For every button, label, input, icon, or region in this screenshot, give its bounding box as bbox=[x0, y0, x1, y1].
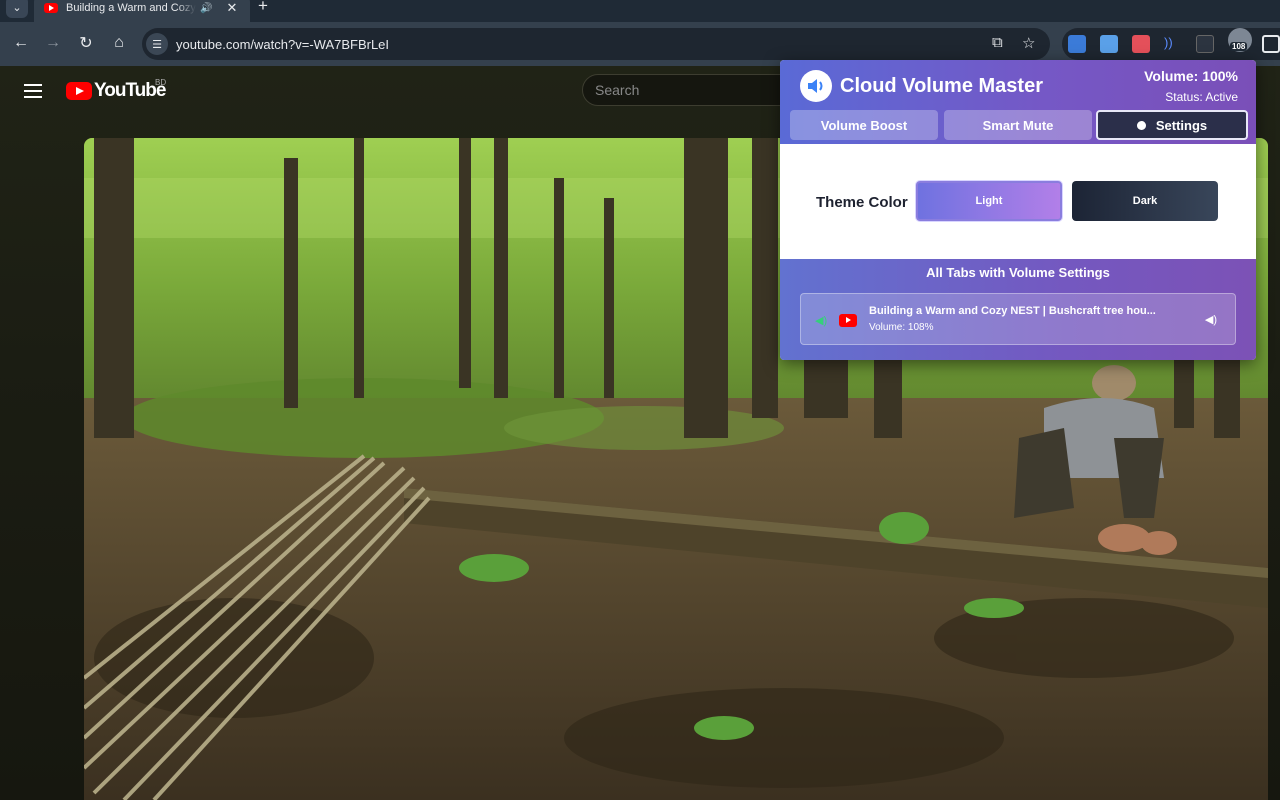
extensions-puzzle-icon[interactable] bbox=[1262, 35, 1280, 53]
tab-volume-boost[interactable]: Volume Boost bbox=[790, 110, 938, 140]
tab-smart-mute[interactable]: Smart Mute bbox=[944, 110, 1092, 140]
translate-extension-icon[interactable] bbox=[1068, 35, 1086, 53]
tab-strip: ⌄ Building a Warm and Cozy NEST | Bushcr… bbox=[0, 0, 1280, 22]
hamburger-menu-icon[interactable] bbox=[24, 84, 42, 98]
youtube-favicon-icon bbox=[839, 314, 857, 327]
cast-icon[interactable]: ⧉ bbox=[992, 34, 1003, 51]
theme-light-button[interactable]: Light bbox=[916, 181, 1062, 221]
tab-title: Building a Warm and Cozy NEST | Bushcraf… bbox=[66, 2, 196, 14]
tab-item-title: Building a Warm and Cozy NEST | Bushcraf… bbox=[869, 305, 1156, 317]
new-tab-button[interactable]: + bbox=[258, 0, 268, 16]
address-bar[interactable]: ☰ youtube.com/watch?v=-WA7BFBrLeI ⧉ ☆ bbox=[142, 28, 1050, 60]
tab-search-button[interactable]: ⌄ bbox=[6, 0, 28, 18]
cloud-volume-master-popup: Cloud Volume Master Volume: 100% Status:… bbox=[780, 60, 1256, 360]
forward-button[interactable]: → bbox=[42, 32, 64, 54]
reload-button[interactable]: ↻ bbox=[75, 32, 97, 54]
calendar-extension-icon[interactable] bbox=[1132, 35, 1150, 53]
grid-extension-icon[interactable] bbox=[1100, 35, 1118, 53]
tab-item-volume: Volume: 108% bbox=[869, 322, 934, 333]
volume-indicator: Volume: 100% bbox=[1144, 68, 1238, 84]
theme-color-label: Theme Color bbox=[816, 194, 908, 211]
bookmark-star-icon[interactable]: ☆ bbox=[1022, 34, 1035, 52]
speaker-icon[interactable]: 🔊 bbox=[200, 3, 212, 14]
country-code: BD bbox=[155, 78, 167, 87]
theme-dark-button[interactable]: Dark bbox=[1072, 181, 1218, 221]
gear-icon bbox=[1136, 120, 1146, 130]
url-text[interactable]: youtube.com/watch?v=-WA7BFBrLeI bbox=[176, 37, 389, 52]
youtube-favicon-icon bbox=[44, 3, 58, 13]
dark-extension-icon[interactable] bbox=[1196, 35, 1214, 53]
tab-volume-list: All Tabs with Volume Settings ◀) Buildin… bbox=[780, 259, 1256, 360]
tab-settings[interactable]: Settings bbox=[1096, 110, 1248, 140]
tab-close-icon[interactable]: ✕ bbox=[226, 0, 237, 16]
site-info-icon[interactable]: ☰ bbox=[146, 33, 168, 55]
tab-list-title: All Tabs with Volume Settings bbox=[926, 265, 1110, 280]
back-button[interactable]: ← bbox=[10, 32, 32, 54]
popup-title: Cloud Volume Master bbox=[840, 75, 1043, 97]
mute-toggle-icon[interactable]: ◀) bbox=[1205, 313, 1217, 326]
speaker-active-icon: ◀) bbox=[815, 315, 828, 327]
home-button[interactable]: ⌂ bbox=[108, 32, 130, 54]
youtube-play-logo-icon bbox=[66, 82, 92, 100]
speaker-logo-icon bbox=[800, 70, 832, 102]
list-item[interactable]: ◀) Building a Warm and Cozy NEST | Bushc… bbox=[800, 293, 1236, 345]
youtube-logo[interactable]: YouTube bbox=[66, 80, 166, 102]
status-indicator: Status: Active bbox=[1165, 90, 1238, 104]
extension-badge-count: 108 bbox=[1230, 42, 1248, 51]
popup-header: Cloud Volume Master Volume: 100% Status:… bbox=[780, 60, 1256, 144]
browser-tab[interactable]: Building a Warm and Cozy NEST | Bushcraf… bbox=[34, 0, 250, 22]
volume-extension-icon[interactable]: )) bbox=[1164, 35, 1182, 53]
settings-panel: Theme Color Light Dark bbox=[780, 144, 1256, 259]
tab-settings-label: Settings bbox=[1155, 117, 1208, 133]
